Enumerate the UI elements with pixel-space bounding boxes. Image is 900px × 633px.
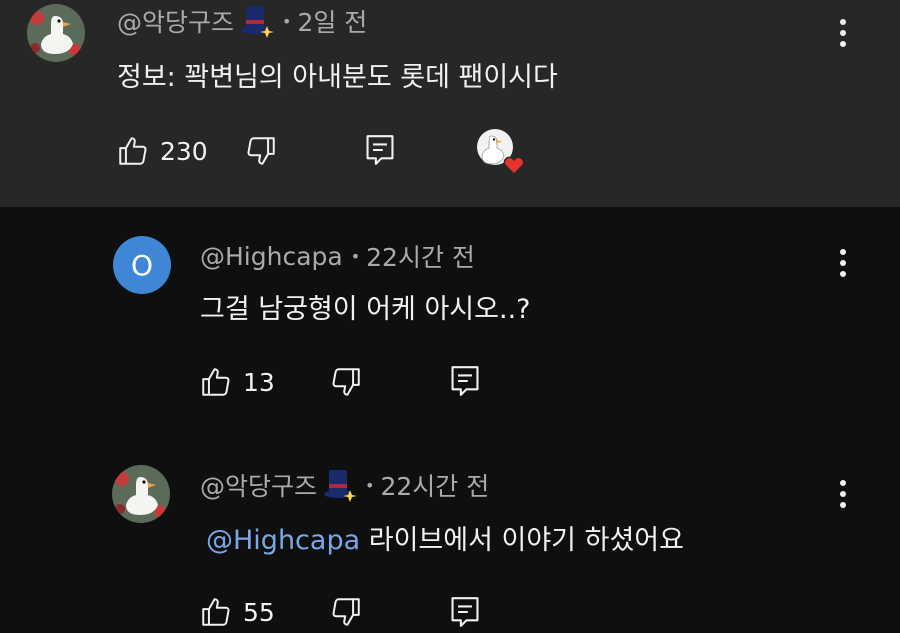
- like-count: 13: [243, 367, 275, 397]
- creator-heart-icon: [476, 128, 526, 176]
- avatar[interactable]: [27, 4, 85, 62]
- mention-link[interactable]: @Highcapa: [206, 525, 360, 556]
- author-handle[interactable]: @Highcapa: [200, 242, 343, 271]
- comment-body: 라이브에서 이야기 하셨어요: [360, 525, 684, 556]
- like-button[interactable]: 55: [199, 595, 275, 629]
- separator-dot: •: [350, 246, 361, 266]
- thumbs-up-icon: [202, 598, 230, 626]
- dislike-button[interactable]: [329, 365, 363, 399]
- avatar[interactable]: [112, 465, 170, 523]
- reply-button[interactable]: [363, 132, 397, 168]
- separator-dot: •: [365, 475, 375, 495]
- comment-text: 그걸 남궁형이 어케 아시오..?: [200, 294, 531, 325]
- like-count: 230: [160, 136, 208, 166]
- comment-text: 정보: 꽉변님의 아내분도 롯데 팬이시다: [117, 62, 558, 93]
- top-hat-icon: [321, 468, 358, 502]
- like-button[interactable]: 230: [116, 134, 208, 168]
- thumbs-down-icon: [332, 598, 360, 626]
- thumbs-down-icon: [247, 137, 275, 165]
- more-options-button[interactable]: [833, 243, 853, 283]
- dislike-button[interactable]: [329, 595, 363, 629]
- like-count: 55: [243, 597, 275, 627]
- comment-time: 22시간 전: [380, 472, 490, 501]
- reply-icon: [451, 597, 479, 627]
- comments-page: @악당구즈 • 2일 전 정보: 꽉변님의 아내분도 롯데 팬이시다 230 O…: [0, 0, 900, 633]
- avatar[interactable]: O: [113, 236, 171, 294]
- more-vertical-icon: [840, 480, 846, 486]
- dislike-button[interactable]: [244, 134, 278, 168]
- more-options-button[interactable]: [833, 474, 853, 514]
- more-vertical-icon: [840, 19, 846, 25]
- top-hat-icon: [238, 4, 275, 38]
- like-button[interactable]: 13: [199, 365, 275, 399]
- comment-meta: @악당구즈 • 2일 전: [117, 3, 367, 39]
- comment-meta: @Highcapa • 22시간 전: [200, 238, 475, 274]
- reply-button[interactable]: [448, 363, 482, 399]
- comment-time: 2일 전: [297, 8, 368, 37]
- separator-dot: •: [282, 11, 292, 31]
- thumbs-down-icon: [332, 368, 360, 396]
- comment-meta: @악당구즈 • 22시간 전: [200, 467, 489, 503]
- reply-button[interactable]: [448, 594, 482, 630]
- author-handle[interactable]: @악당구즈: [117, 3, 234, 39]
- reply-icon: [366, 135, 394, 165]
- thumbs-up-icon: [119, 137, 147, 165]
- more-vertical-icon: [840, 249, 846, 255]
- thumbs-up-icon: [202, 368, 230, 396]
- author-handle[interactable]: @악당구즈: [200, 467, 317, 503]
- comment-time: 22시간 전: [366, 243, 475, 272]
- comment-text: @Highcapa 라이브에서 이야기 하셨어요: [206, 518, 684, 557]
- reply-icon: [451, 366, 479, 396]
- avatar-letter: O: [130, 248, 154, 282]
- more-options-button[interactable]: [833, 13, 853, 53]
